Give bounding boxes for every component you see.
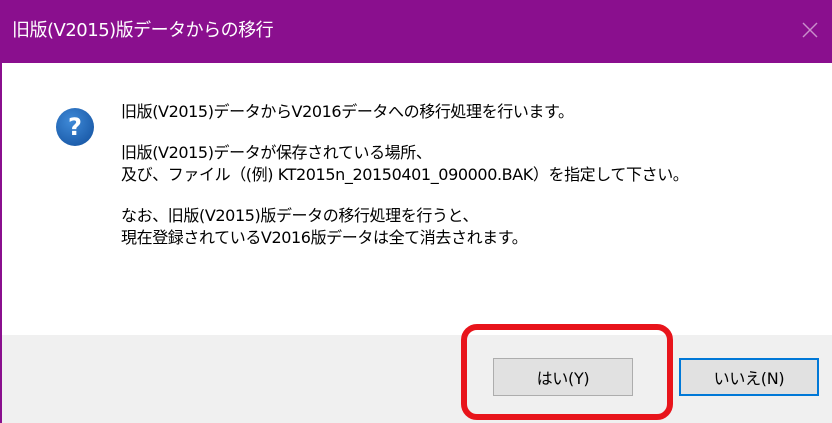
message-line: 及び、ファイル（(例) KT2015n_20150401_090000.BAK）…	[121, 165, 689, 184]
message-line: 旧版(V2015)データが保存されている場所、	[121, 143, 432, 162]
svg-text:?: ?	[68, 113, 82, 141]
title-bar[interactable]: 旧版(V2015)版データからの移行	[2, 0, 832, 63]
close-icon	[802, 22, 818, 38]
migration-dialog: 旧版(V2015)版データからの移行 ? 旧版(V2015)データからV2016…	[0, 0, 832, 423]
no-button[interactable]: いいえ(N)	[679, 358, 819, 396]
button-bar: はい(Y) いいえ(N)	[2, 335, 832, 423]
question-icon: ?	[56, 108, 94, 146]
dialog-content: ? 旧版(V2015)データからV2016データへの移行処理を行います。 旧版(…	[2, 63, 832, 335]
close-button[interactable]	[794, 14, 826, 46]
message-text: 旧版(V2015)データからV2016データへの移行処理を行います。 旧版(V2…	[121, 101, 821, 249]
message-line: 現在登録されているV2016版データは全て消去されます。	[121, 228, 528, 247]
message-line: なお、旧版(V2015)版データの移行処理を行うと、	[121, 206, 479, 225]
yes-button[interactable]: はい(Y)	[493, 358, 633, 396]
window-title: 旧版(V2015)版データからの移行	[12, 20, 274, 41]
message-line: 旧版(V2015)データからV2016データへの移行処理を行います。	[121, 102, 574, 121]
